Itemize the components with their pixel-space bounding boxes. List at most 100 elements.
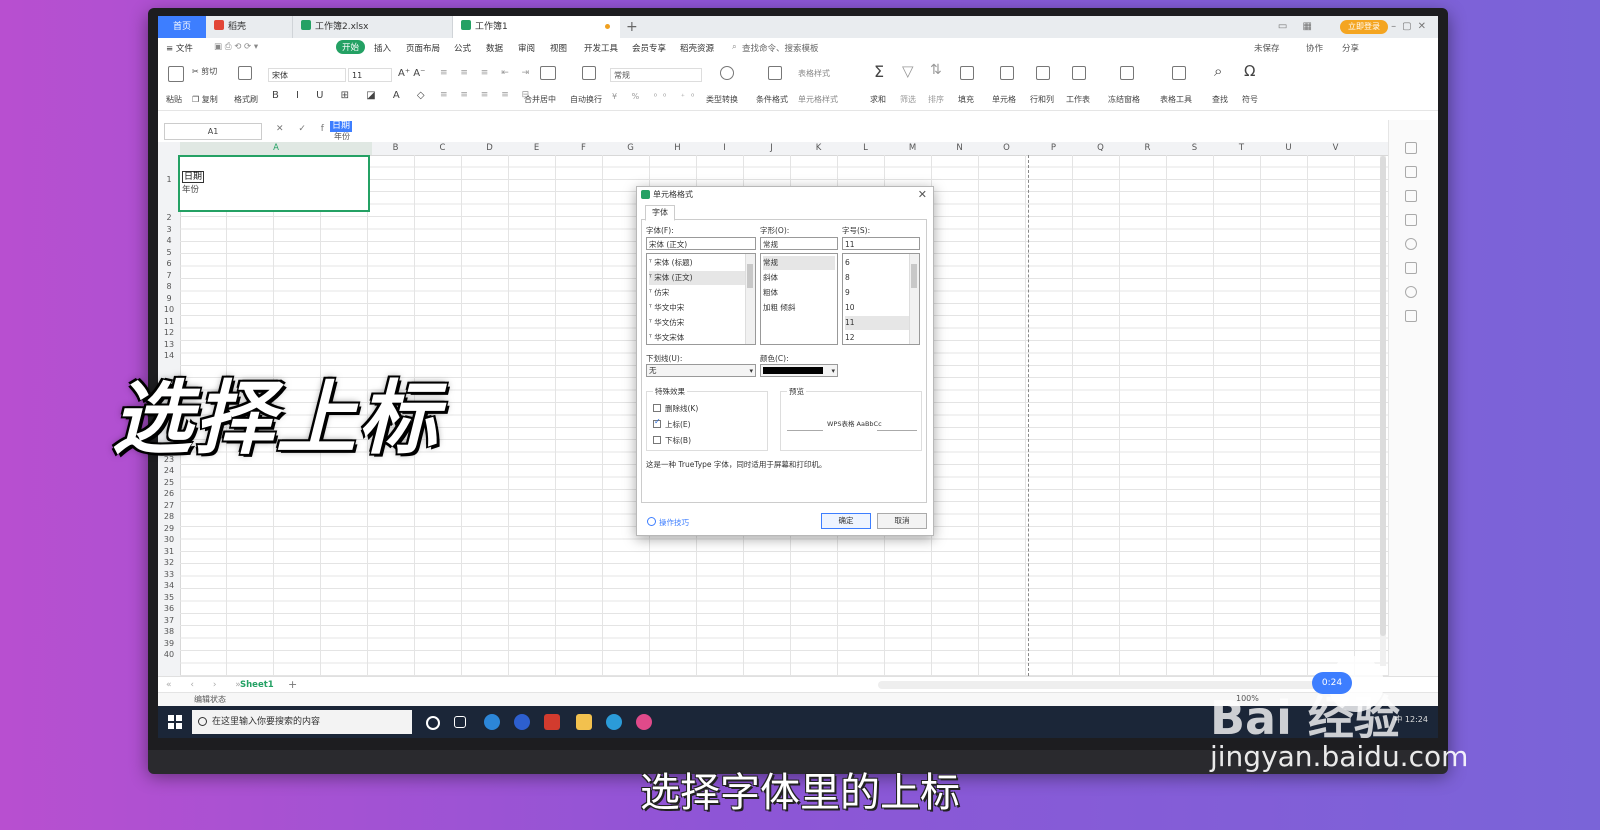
menu-data[interactable]: 数据 — [486, 42, 503, 54]
strikethrough-checkbox[interactable] — [653, 404, 661, 412]
row-header[interactable]: 31 — [158, 547, 180, 556]
row-header[interactable]: 35 — [158, 593, 180, 602]
select-tool-icon[interactable] — [1405, 166, 1417, 178]
row-header[interactable]: 39 — [158, 639, 180, 648]
col-header[interactable]: C — [419, 142, 466, 155]
font-option[interactable]: ᵀ 仿宋 — [649, 286, 747, 300]
font-grow-shrink-icons[interactable]: A⁺ A⁻ — [398, 68, 425, 79]
col-header[interactable]: G — [607, 142, 654, 155]
size-option[interactable]: 10 — [845, 301, 855, 315]
style-option[interactable]: 加粗 倾斜 — [763, 301, 795, 315]
sheet-nav-arrows[interactable]: « ‹ › » — [166, 677, 249, 693]
scroll-thumb[interactable] — [747, 264, 753, 288]
row-header[interactable]: 32 — [158, 558, 180, 567]
align-icons-bottom[interactable]: ≡ ≡ ≡ ≡ ⊟ — [440, 90, 534, 100]
paste-icon[interactable] — [168, 66, 184, 82]
collab-button[interactable]: 协作 — [1306, 42, 1323, 54]
cell-icon[interactable] — [1000, 66, 1014, 80]
row-header[interactable]: 3 — [158, 225, 180, 234]
col-header[interactable]: E — [513, 142, 560, 155]
flag-tool-icon[interactable] — [1405, 214, 1417, 226]
col-header[interactable]: S — [1171, 142, 1218, 155]
vertical-scrollbar[interactable] — [1380, 156, 1386, 666]
close-icon[interactable]: ✕ — [918, 187, 927, 202]
row-header[interactable]: 38 — [158, 627, 180, 636]
row-header[interactable]: 37 — [158, 616, 180, 625]
font-option-selected[interactable]: ᵀ 宋体 (正文) — [649, 271, 747, 285]
size-option-selected[interactable]: 11 — [845, 316, 911, 330]
row-header[interactable]: 8 — [158, 282, 180, 291]
superscript-checkbox[interactable] — [653, 417, 661, 428]
scroll-thumb[interactable] — [911, 264, 917, 288]
tab-workbook1[interactable]: 工作簿1 — [452, 16, 620, 38]
col-header[interactable]: B — [372, 142, 419, 155]
col-header[interactable]: Q — [1077, 142, 1124, 155]
menu-review[interactable]: 审阅 — [518, 42, 535, 54]
font-select[interactable]: 宋体 — [268, 68, 346, 82]
font-input[interactable]: 宋体 (正文) — [646, 237, 756, 250]
menu-view[interactable]: 视图 — [550, 42, 567, 54]
col-header-a[interactable]: A — [180, 142, 372, 155]
col-header[interactable]: D — [466, 142, 513, 155]
font-style-buttons[interactable]: B I U ⊞ ◪ A ◇ — [272, 90, 432, 101]
name-box[interactable]: A1 — [164, 123, 262, 140]
style-input[interactable]: 常规 — [760, 237, 838, 250]
align-icons-top[interactable]: ≡ ≡ ≡ ⇤ ⇥ — [440, 68, 534, 78]
formula-content-line2[interactable]: 年份 — [334, 131, 350, 142]
export-tool-icon[interactable] — [1405, 310, 1417, 322]
row-header[interactable]: 29 — [158, 524, 180, 533]
font-list-scrollbar[interactable] — [745, 254, 755, 344]
style-option-selected[interactable]: 常规 — [763, 256, 835, 270]
worksheet-icon[interactable] — [1072, 66, 1086, 80]
sort-icon[interactable]: ⇅ — [930, 62, 942, 78]
cortana-icon[interactable] — [426, 716, 440, 730]
scroll-thumb[interactable] — [1380, 156, 1386, 636]
wps-icon[interactable] — [544, 714, 560, 730]
font-option[interactable]: ᵀ 华文宋体 — [649, 331, 747, 344]
style-option[interactable]: 斜体 — [763, 271, 778, 285]
conditional-format-icon[interactable] — [768, 66, 782, 80]
tab-home[interactable]: 首页 — [158, 16, 206, 38]
col-header[interactable]: V — [1312, 142, 1359, 155]
sidebar-tool-icon[interactable] — [1405, 142, 1417, 154]
row-header[interactable]: 6 — [158, 259, 180, 268]
windows-start-icon[interactable] — [168, 715, 182, 729]
number-format-select[interactable]: 常规 — [610, 68, 702, 82]
explorer-icon[interactable] — [576, 714, 592, 730]
col-header[interactable]: P — [1030, 142, 1077, 155]
find-icon[interactable]: ⌕ — [1214, 62, 1222, 80]
menu-file[interactable]: ≡ 文件 — [166, 42, 193, 54]
col-header[interactable]: J — [748, 142, 795, 155]
font-option[interactable]: ᵀ 华文中宋 — [649, 301, 747, 315]
rowcol-icon[interactable] — [1036, 66, 1050, 80]
add-sheet-button[interactable]: + — [288, 677, 297, 693]
window-layout-icons[interactable]: ▭ ▦ — [1278, 16, 1318, 38]
unsaved-status[interactable]: 未保存 — [1254, 42, 1280, 54]
row-header[interactable]: 36 — [158, 604, 180, 613]
menu-developer[interactable]: 开发工具 — [584, 42, 618, 54]
share-button[interactable]: 分享 — [1342, 42, 1359, 54]
row-header[interactable]: 1 — [158, 175, 180, 184]
new-tab-button[interactable]: + — [626, 16, 638, 38]
row-header[interactable]: 11 — [158, 317, 180, 326]
cancel-button[interactable]: 取消 — [877, 513, 927, 529]
size-option[interactable]: 12 — [845, 331, 855, 344]
size-list-scrollbar[interactable] — [909, 254, 919, 344]
photos-icon[interactable] — [636, 714, 652, 730]
task-view-icon[interactable] — [454, 716, 466, 728]
window-controls[interactable]: –▢✕ — [1391, 16, 1432, 38]
size-option[interactable]: 6 — [845, 256, 850, 270]
col-header[interactable]: T — [1218, 142, 1265, 155]
filter-icon[interactable]: ▽ — [902, 62, 914, 80]
menu-insert[interactable]: 插入 — [374, 42, 391, 54]
cell-a1-selected[interactable]: 日期 年份 — [178, 155, 370, 212]
style-list[interactable]: 常规 斜体 粗体 加粗 倾斜 — [760, 253, 838, 345]
table-style-label[interactable]: 表格样式 — [798, 68, 830, 79]
help-tool-icon[interactable] — [1405, 238, 1417, 250]
size-list[interactable]: 6 8 9 10 11 12 — [842, 253, 920, 345]
row-header[interactable]: 9 — [158, 294, 180, 303]
row-header[interactable]: 13 — [158, 340, 180, 349]
col-header[interactable]: K — [795, 142, 842, 155]
location-tool-icon[interactable] — [1405, 286, 1417, 298]
font-option[interactable]: ᵀ 宋体 (标题) — [649, 256, 747, 270]
